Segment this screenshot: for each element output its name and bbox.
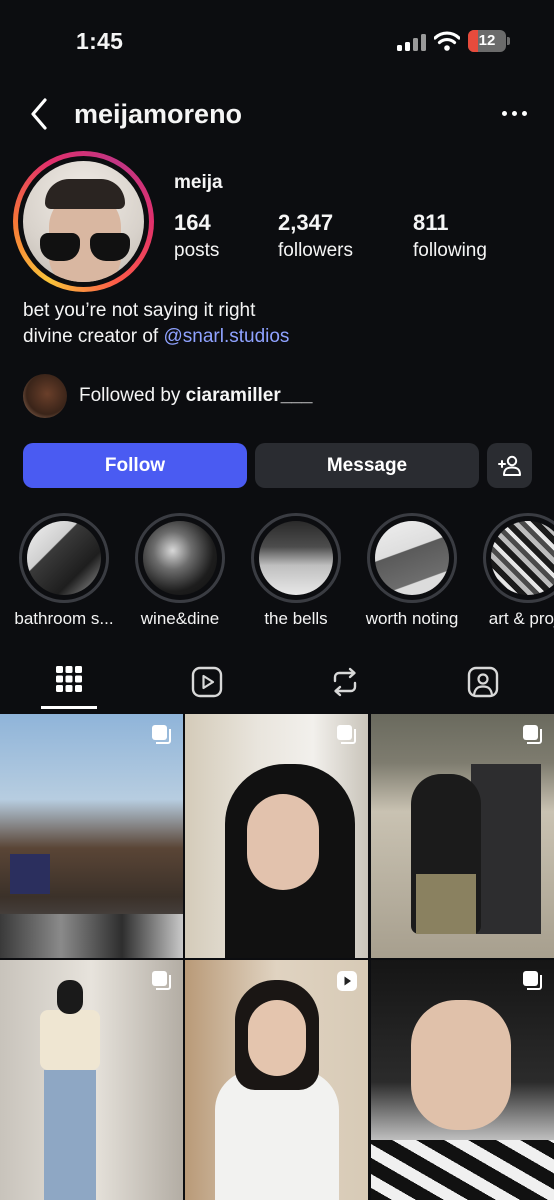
reel-icon xyxy=(337,971,357,991)
carousel-icon xyxy=(337,725,356,744)
highlight-cover xyxy=(259,521,333,595)
followers-count: 2,347 xyxy=(278,210,334,235)
bio-mention-link[interactable]: @snarl.studios xyxy=(163,326,289,347)
post-thumbnail[interactable] xyxy=(185,960,368,1200)
highlight-art-projects[interactable]: art & proje xyxy=(482,513,554,628)
bio: bet you’re not saying it right divine cr… xyxy=(23,298,289,350)
bio-line: bet you’re not saying it right xyxy=(23,300,256,321)
highlight-worth-noting[interactable]: worth noting xyxy=(366,513,458,628)
tab-reposts[interactable] xyxy=(276,658,414,710)
highlight-label: bathroom s... xyxy=(14,609,114,628)
tagged-icon xyxy=(467,666,499,698)
highlight-cover xyxy=(491,521,554,595)
cellular-signal-icon xyxy=(397,33,427,51)
reels-icon xyxy=(191,666,223,698)
highlight-cover xyxy=(143,521,217,595)
highlight-bathroom[interactable]: bathroom s... xyxy=(14,513,114,628)
grid-icon xyxy=(56,666,82,692)
profile-username: meijamoreno xyxy=(74,99,243,129)
post-thumbnail[interactable] xyxy=(371,714,554,958)
bio-text: divine creator of xyxy=(23,326,164,347)
mutual-follower-avatar xyxy=(23,374,67,418)
follow-button[interactable]: Follow xyxy=(23,443,247,488)
tab-reels[interactable] xyxy=(138,658,276,710)
message-button[interactable]: Message xyxy=(255,443,479,488)
chevron-left-icon xyxy=(31,98,47,130)
post-thumbnail[interactable] xyxy=(185,714,368,958)
highlight-label: wine&dine xyxy=(140,609,220,628)
highlight-label: worth noting xyxy=(365,609,459,628)
reposts-icon xyxy=(333,667,357,697)
wifi-icon xyxy=(433,31,461,56)
bio-line: divine creator of @snarl.studios xyxy=(23,324,289,350)
following-count: 811 xyxy=(413,210,449,235)
following-label: following xyxy=(413,240,487,261)
battery-level: 12 xyxy=(478,32,496,49)
battery-icon: 12 xyxy=(468,30,510,52)
profile-tabs xyxy=(0,658,554,710)
suggested-accounts-button[interactable] xyxy=(487,443,532,488)
carousel-icon xyxy=(152,971,171,990)
status-time: 1:45 xyxy=(76,28,124,54)
posts-count: 164 xyxy=(174,210,211,235)
more-options-button[interactable] xyxy=(500,104,530,124)
carousel-icon xyxy=(523,971,542,990)
display-name: meija xyxy=(174,172,223,193)
highlight-cover xyxy=(375,521,449,595)
highlight-label: the bells xyxy=(264,609,328,628)
stat-posts[interactable]: 164 posts xyxy=(174,210,219,262)
mutual-follower-username: ciaramiller___ xyxy=(185,385,313,406)
carousel-icon xyxy=(152,725,171,744)
posts-grid xyxy=(0,714,554,1200)
tab-tagged[interactable] xyxy=(414,658,552,710)
story-ring[interactable] xyxy=(13,151,154,292)
stat-followers[interactable]: 2,347 followers xyxy=(278,210,353,262)
post-thumbnail[interactable] xyxy=(0,714,183,958)
post-thumbnail[interactable] xyxy=(371,960,554,1200)
tab-posts[interactable] xyxy=(0,658,138,710)
post-thumbnail[interactable] xyxy=(0,960,183,1200)
add-person-icon xyxy=(497,455,521,476)
status-bar: 1:45 12 xyxy=(0,0,554,80)
selected-tab-indicator xyxy=(41,706,97,709)
followed-by-prefix: Followed by xyxy=(79,385,186,406)
followed-by-text: Followed by ciaramiller___ xyxy=(79,385,312,407)
carousel-icon xyxy=(523,725,542,744)
followers-label: followers xyxy=(278,240,353,261)
back-button[interactable] xyxy=(26,96,54,132)
avatar xyxy=(23,161,144,282)
highlight-label: art & proje xyxy=(488,609,554,628)
highlight-wine-dine[interactable]: wine&dine xyxy=(134,513,226,628)
posts-label: posts xyxy=(174,240,220,261)
highlight-cover xyxy=(27,521,101,595)
highlight-the-bells[interactable]: the bells xyxy=(250,513,342,628)
stat-following[interactable]: 811 following xyxy=(413,210,487,262)
